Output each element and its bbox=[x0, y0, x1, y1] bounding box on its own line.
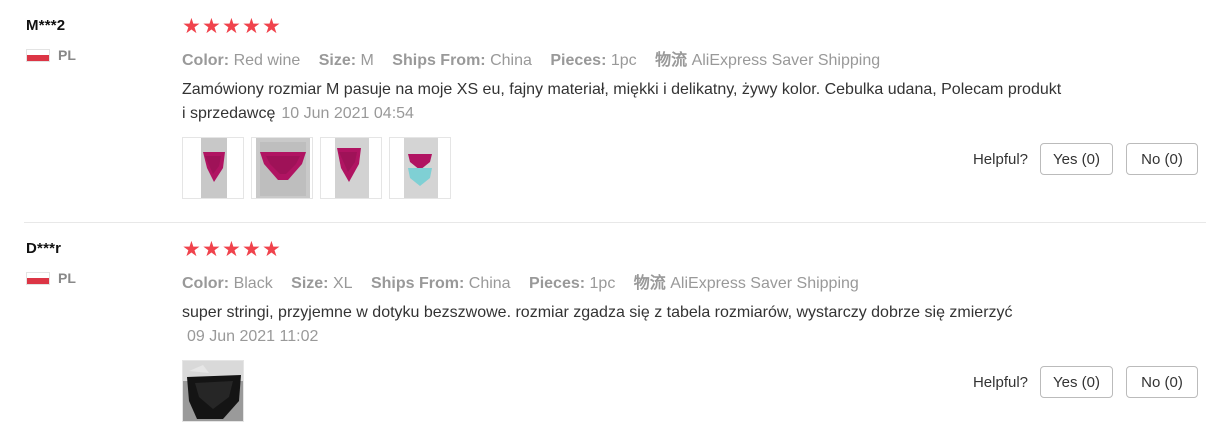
poland-flag-icon bbox=[26, 271, 50, 285]
attribute-color: Color: Black bbox=[182, 275, 273, 292]
review-content: ★ ★ ★ ★ ★ Color: Red wine Size: M Ships … bbox=[182, 15, 1062, 199]
sku-attributes: Color: Black Size: XL Ships From: China … bbox=[182, 269, 1062, 293]
review-item: M***2 PL ★ ★ ★ ★ ★ Color: Red wine Size:… bbox=[0, 0, 1222, 222]
star-icon: ★ bbox=[242, 15, 261, 38]
star-rating: ★ ★ ★ ★ ★ bbox=[182, 238, 1062, 261]
attribute-ships-from: Ships From: China bbox=[370, 275, 511, 292]
review-image-thumbnail[interactable] bbox=[251, 137, 313, 199]
review-date: 09 Jun 2021 11:02 bbox=[187, 328, 319, 345]
attribute-pieces: Pieces: 1pc bbox=[529, 275, 616, 292]
helpful-voting: Helpful? Yes (0) No (0) bbox=[973, 143, 1198, 175]
review-content: ★ ★ ★ ★ ★ Color: Black Size: XL Ships Fr… bbox=[182, 238, 1062, 422]
reviewer-info: M***2 PL bbox=[26, 17, 76, 63]
star-icon: ★ bbox=[222, 15, 241, 38]
review-image-thumbnail[interactable] bbox=[389, 137, 451, 199]
star-icon: ★ bbox=[202, 238, 221, 261]
helpful-voting: Helpful? Yes (0) No (0) bbox=[973, 366, 1198, 398]
reviewer-country: PL bbox=[26, 47, 76, 63]
attribute-logistics: 物流 AliExpress Saver Shipping bbox=[633, 275, 859, 292]
star-icon: ★ bbox=[182, 238, 201, 261]
attribute-pieces: Pieces: 1pc bbox=[550, 52, 637, 69]
review-text: super stringi, przyjemne w dotyku bezszw… bbox=[182, 301, 1062, 349]
review-text: Zamówiony rozmiar M pasuje na moje XS eu… bbox=[182, 81, 1062, 122]
star-icon: ★ bbox=[202, 15, 221, 38]
star-rating: ★ ★ ★ ★ ★ bbox=[182, 15, 1062, 38]
attribute-size: Size: XL bbox=[291, 275, 353, 292]
review-image-thumbnail[interactable] bbox=[320, 137, 382, 199]
reviewer-name: M***2 bbox=[26, 17, 66, 34]
poland-flag-icon bbox=[26, 48, 50, 62]
review-item: D***r PL ★ ★ ★ ★ ★ Color: Black Size: XL… bbox=[0, 223, 1222, 437]
reviewer-name: D***r bbox=[26, 240, 62, 257]
helpful-label: Helpful? bbox=[972, 373, 1029, 391]
helpful-yes-button[interactable]: Yes (0) bbox=[1040, 143, 1113, 175]
review-images bbox=[182, 137, 1062, 199]
helpful-no-button[interactable]: No (0) bbox=[1126, 143, 1198, 175]
review-images bbox=[182, 360, 1062, 422]
attribute-color: Color: Red wine bbox=[182, 52, 301, 69]
attribute-ships-from: Ships From: China bbox=[392, 52, 532, 69]
star-icon: ★ bbox=[262, 238, 281, 261]
star-icon: ★ bbox=[262, 15, 281, 38]
reviewer-country: PL bbox=[26, 270, 76, 286]
country-code: PL bbox=[58, 47, 76, 63]
helpful-label: Helpful? bbox=[972, 150, 1029, 168]
star-icon: ★ bbox=[242, 238, 261, 261]
review-image-thumbnail[interactable] bbox=[182, 360, 244, 422]
review-image-thumbnail[interactable] bbox=[182, 137, 244, 199]
attribute-size: Size: M bbox=[318, 52, 374, 69]
country-code: PL bbox=[58, 270, 76, 286]
helpful-yes-button[interactable]: Yes (0) bbox=[1040, 366, 1113, 398]
sku-attributes: Color: Red wine Size: M Ships From: Chin… bbox=[182, 46, 1062, 70]
review-date: 10 Jun 2021 04:54 bbox=[281, 105, 414, 122]
attribute-logistics: 物流 AliExpress Saver Shipping bbox=[655, 52, 881, 69]
star-icon: ★ bbox=[222, 238, 241, 261]
helpful-no-button[interactable]: No (0) bbox=[1126, 366, 1198, 398]
star-icon: ★ bbox=[182, 15, 201, 38]
reviewer-info: D***r PL bbox=[26, 240, 76, 286]
